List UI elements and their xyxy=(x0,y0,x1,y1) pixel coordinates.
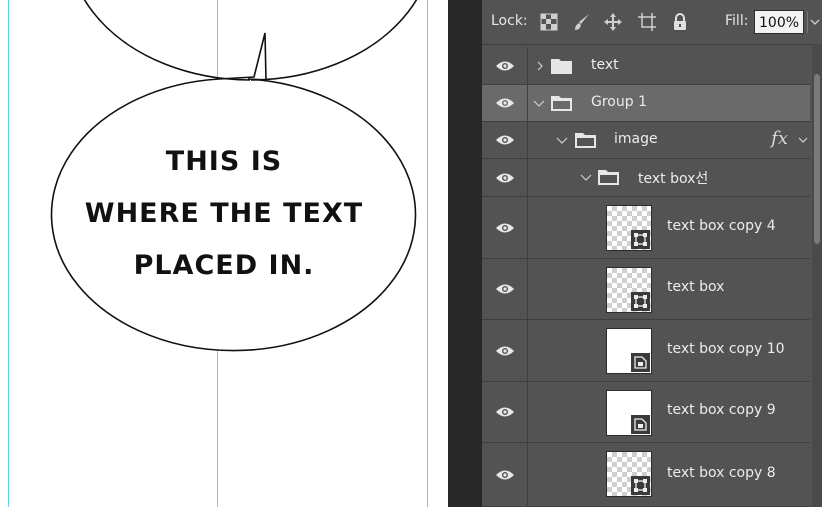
visibility-toggle[interactable] xyxy=(482,197,528,258)
layer-row-group-1[interactable]: Group 1 xyxy=(482,85,810,122)
visibility-toggle[interactable] xyxy=(482,259,528,319)
visibility-toggle[interactable] xyxy=(482,382,528,442)
layer-row-text-box-copy-9[interactable]: text box copy 9 xyxy=(482,382,810,443)
bubble-text-line-1[interactable]: THIS IS xyxy=(42,136,406,188)
layer-name: text box xyxy=(667,279,725,295)
eye-icon xyxy=(495,98,514,108)
chevron-right-icon[interactable] xyxy=(534,60,546,72)
scrollbar-thumb[interactable] xyxy=(814,74,820,244)
chevron-down-icon xyxy=(810,19,820,25)
lock-position-icon[interactable] xyxy=(603,12,623,32)
visibility-toggle[interactable] xyxy=(482,320,528,381)
layer-row-text-box-copy-4[interactable]: text box copy 4 xyxy=(482,197,810,259)
folder-open-icon xyxy=(598,170,619,185)
layer-row-text-box[interactable]: text box xyxy=(482,259,810,320)
layer-name: text box copy 8 xyxy=(667,465,776,481)
layer-name: Group 1 xyxy=(591,94,647,110)
layer-thumbnail xyxy=(606,267,652,313)
eye-icon xyxy=(495,284,514,294)
eye-icon xyxy=(495,223,514,232)
fill-dropdown[interactable] xyxy=(807,11,822,33)
fill-input[interactable]: 100% xyxy=(754,10,804,34)
smart-object-badge-icon xyxy=(631,353,650,372)
layer-row-image[interactable]: image fx xyxy=(482,122,810,159)
layer-row-text-box-line[interactable]: text box선 xyxy=(482,159,810,197)
layer-name: text xyxy=(591,57,619,73)
chevron-down-icon[interactable] xyxy=(797,134,809,146)
layer-name: text box copy 10 xyxy=(667,341,785,357)
eye-icon xyxy=(495,407,514,417)
lock-label: Lock: xyxy=(491,13,528,29)
layer-name: text box copy 9 xyxy=(667,402,776,418)
smart-object-badge-icon xyxy=(631,415,650,434)
eye-icon xyxy=(495,173,514,182)
lock-all-icon[interactable] xyxy=(670,12,690,32)
bubble-text-line-3[interactable]: PLACED IN. xyxy=(42,240,406,292)
layer-row-text-box-copy-8[interactable]: text box copy 8 xyxy=(482,443,810,507)
lock-transparent-pixels-icon[interactable] xyxy=(539,12,559,32)
folder-open-icon xyxy=(551,96,572,111)
eye-icon xyxy=(495,346,514,355)
shape-layer-badge-icon xyxy=(631,476,650,495)
layer-thumbnail xyxy=(606,451,652,497)
visibility-toggle[interactable] xyxy=(482,443,528,506)
eye-icon xyxy=(495,61,514,70)
layer-thumbnail xyxy=(606,205,652,251)
lock-artboard-icon[interactable] xyxy=(637,12,657,32)
layer-thumbnail xyxy=(606,390,652,436)
chevron-down-icon[interactable] xyxy=(533,97,545,109)
eye-icon xyxy=(495,470,514,479)
bubble-text-line-2[interactable]: WHERE THE TEXT xyxy=(42,188,406,240)
document-canvas[interactable]: THIS IS WHERE THE TEXT PLACED IN. xyxy=(0,0,448,507)
layer-name: image xyxy=(614,131,658,147)
layers-panel: Lock: Fill: 100% text Group 1 image fx t… xyxy=(482,0,822,507)
layer-row-text[interactable]: text xyxy=(482,47,810,85)
chevron-down-icon[interactable] xyxy=(580,171,592,183)
shape-layer-badge-icon xyxy=(631,292,650,311)
chevron-down-icon[interactable] xyxy=(556,134,568,146)
layers-scrollbar[interactable] xyxy=(812,44,822,507)
visibility-toggle[interactable] xyxy=(482,159,528,196)
folder-icon xyxy=(551,59,572,74)
fill-label: Fill: xyxy=(725,13,749,29)
shape-layer-badge-icon xyxy=(631,230,650,249)
panel-gutter xyxy=(448,0,482,507)
layer-name: text box copy 4 xyxy=(667,218,776,234)
lock-image-pixels-icon[interactable] xyxy=(572,12,592,32)
layer-effects-fx[interactable]: fx xyxy=(771,128,788,149)
lock-bar: Lock: Fill: 100% xyxy=(482,0,822,45)
layer-thumbnail xyxy=(606,328,652,374)
folder-open-icon xyxy=(575,133,596,148)
layer-row-text-box-copy-10[interactable]: text box copy 10 xyxy=(482,320,810,382)
layer-name: text box선 xyxy=(638,171,709,187)
visibility-toggle[interactable] xyxy=(482,47,528,84)
visibility-toggle[interactable] xyxy=(482,122,528,158)
eye-icon xyxy=(495,135,514,145)
visibility-toggle[interactable] xyxy=(482,85,528,121)
